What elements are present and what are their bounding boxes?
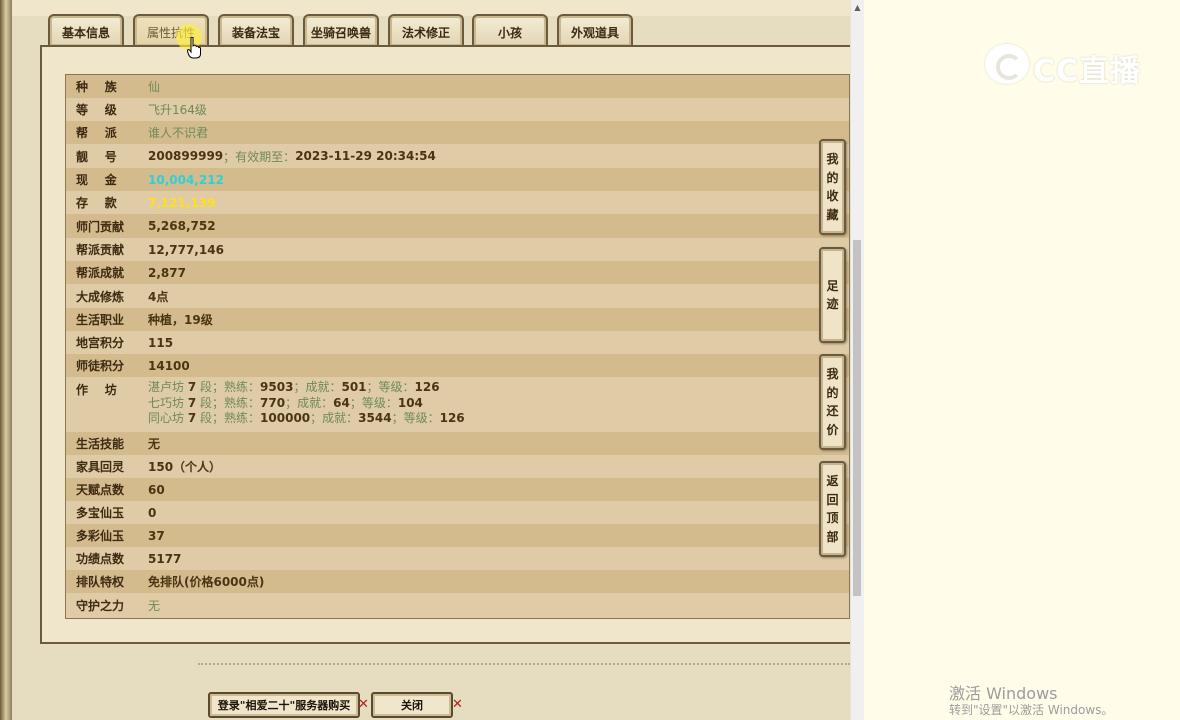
logo-icon <box>985 44 1029 84</box>
table-row: 多宝仙玉 0 <box>66 501 849 524</box>
duobao-jade-label: 多宝仙玉 <box>76 506 125 520</box>
login-buy-button[interactable]: 登录"相爱二十"服务器购买 <box>208 692 360 718</box>
mentor-points-label: 师徒积分 <box>76 359 125 373</box>
table-row: 地宫积分 115 <box>66 331 849 354</box>
faction-contribution-label: 帮派贡献 <box>76 243 125 257</box>
table-row: 帮派贡献 12,777,146 <box>66 238 849 261</box>
duobao-jade-value: 0 <box>148 505 157 520</box>
duocai-jade-value: 37 <box>148 528 165 543</box>
furniture-spirit-value: 150（个人） <box>148 460 222 474</box>
deposit-label: 存 款 <box>76 196 117 210</box>
queue-privilege-label: 排队特权 <box>76 575 125 589</box>
life-skill-value: 无 <box>148 437 161 451</box>
table-row: 帮派成就 2,877 <box>66 261 849 284</box>
my-favorites-button[interactable]: 我的收藏 <box>819 139 846 235</box>
account-expiry: 2023-11-29 20:34:54 <box>295 149 436 163</box>
queue-privilege-value: 免排队(价格6000点) <box>148 575 265 589</box>
table-row: 功绩点数 5177 <box>66 547 849 570</box>
table-row: 天赋点数 60 <box>66 478 849 501</box>
race-label: 种 族 <box>76 80 117 94</box>
deposit-value: 7,121,139 <box>148 195 216 210</box>
life-job-value: 种植，19级 <box>148 313 213 327</box>
guardian-power-label: 守护之力 <box>76 599 125 613</box>
dotted-divider <box>198 663 850 665</box>
window-left-frame <box>0 0 12 720</box>
faction-contribution-value: 12,777,146 <box>148 242 224 257</box>
talent-points-value: 60 <box>148 482 165 497</box>
table-row-workshop: 作 坊 湛卢坊 7 段；熟练：9503；成就：501；等级：126 七巧坊 7 … <box>66 377 849 432</box>
cash-value: 10,004,212 <box>148 172 224 187</box>
scroll-thumb[interactable] <box>853 240 861 596</box>
activate-windows-subtitle: 转到"设置"以激活 Windows。 <box>949 703 1114 717</box>
mentor-points-value: 14100 <box>148 358 190 373</box>
faction-label: 帮 派 <box>76 126 117 140</box>
palace-points-value: 115 <box>148 335 174 350</box>
cash-label: 现 金 <box>76 173 117 187</box>
sect-contribution-value: 5,268,752 <box>148 219 216 233</box>
close-button[interactable]: 关闭 <box>371 692 453 718</box>
tab-mounts-summons[interactable]: 坐骑召唤兽 <box>303 14 379 46</box>
faction-achievement-value: 2,877 <box>148 265 186 280</box>
scroll-up-arrow-icon[interactable]: ▲ <box>851 2 864 14</box>
duocai-jade-label: 多彩仙玉 <box>76 529 125 543</box>
table-row: 守护之力 无 <box>66 593 849 618</box>
tab-spell-correction[interactable]: 法术修正 <box>388 14 464 46</box>
stream-watermark: CC直播 <box>985 44 1145 89</box>
scrollbar[interactable]: ▲ <box>850 0 864 720</box>
table-row: 师徒积分 14100 <box>66 354 849 377</box>
tab-appearance-items[interactable]: 外观道具 <box>557 14 633 46</box>
guardian-power-value: 无 <box>148 599 161 613</box>
footprints-button[interactable]: 足迹 <box>819 247 846 343</box>
my-bids-button[interactable]: 我的还价 <box>819 354 846 450</box>
game-window: 基本信息 属性抗性 装备法宝 坐骑召唤兽 法术修正 小孩 外观道具 种 族 仙 … <box>0 0 850 720</box>
account-sep: ； <box>223 149 236 164</box>
table-row: 师门贡献 5,268,752 <box>66 214 849 238</box>
close-x-icon: ✕ <box>452 697 463 712</box>
level-label: 等 级 <box>76 103 117 117</box>
workshop-line: 湛卢坊 7 段；熟练：9503；成就：501；等级：126 <box>148 380 440 394</box>
table-row: 生活技能 无 <box>66 432 849 455</box>
info-table: 种 族 仙 等 级 飞升164级 帮 派 谁人不识君 靓 号 200899999… <box>65 74 850 619</box>
merit-points-label: 功绩点数 <box>76 552 125 566</box>
table-row: 排队特权 免排队(价格6000点) <box>66 570 849 593</box>
table-row: 多彩仙玉 37 <box>66 524 849 547</box>
account-label: 靓 号 <box>76 149 117 164</box>
table-row: 生活职业 种植，19级 <box>66 308 849 331</box>
table-row: 家具回灵 150（个人） <box>66 455 849 478</box>
close-x-icon: ✕ <box>358 697 369 712</box>
talent-points-label: 天赋点数 <box>76 483 125 497</box>
table-row: 存 款 7,121,139 <box>66 191 849 214</box>
tab-basic-info[interactable]: 基本信息 <box>48 14 124 46</box>
table-row: 现 金 10,004,212 <box>66 168 849 191</box>
workshop-list: 湛卢坊 7 段；熟练：9503；成就：501；等级：126 七巧坊 7 段；熟练… <box>148 380 465 427</box>
table-row: 大成修炼 4点 <box>66 284 849 308</box>
palace-points-label: 地宫积分 <box>76 336 125 350</box>
merit-points-value: 5177 <box>148 551 182 566</box>
faction-value: 谁人不识君 <box>148 126 209 140</box>
account-number: 200899999 <box>148 149 224 163</box>
workshop-line: 同心坊 7 段；熟练：100000；成就：3544；等级：126 <box>148 411 465 425</box>
race-value: 仙 <box>148 80 161 94</box>
tab-equipment[interactable]: 装备法宝 <box>218 14 294 46</box>
tab-children[interactable]: 小孩 <box>472 14 548 46</box>
table-row: 等 级 飞升164级 <box>66 98 849 121</box>
level-value: 飞升164级 <box>148 103 207 117</box>
table-row: 帮 派 谁人不识君 <box>66 121 849 144</box>
account-value: 200899999 ； 有效期至： 2023-11-29 20:34:54 <box>148 144 436 168</box>
sect-contribution-label: 师门贡献 <box>76 219 125 234</box>
faction-achievement-label: 帮派成就 <box>76 266 125 280</box>
workshop-label: 作 坊 <box>76 382 117 397</box>
grand-cultivation-value: 4点 <box>148 289 169 304</box>
furniture-spirit-label: 家具回灵 <box>76 460 125 474</box>
life-skill-label: 生活技能 <box>76 437 125 451</box>
workshop-line: 七巧坊 7 段；熟练：770；成就：64；等级：104 <box>148 395 423 410</box>
life-job-label: 生活职业 <box>76 313 125 327</box>
back-to-top-button[interactable]: 返回顶部 <box>819 461 846 557</box>
account-expiry-label: 有效期至： <box>235 149 296 164</box>
grand-cultivation-label: 大成修炼 <box>76 289 125 304</box>
table-row: 种 族 仙 <box>66 75 849 98</box>
logo-text: CC直播 <box>1033 54 1142 89</box>
cursor-hand-icon <box>187 37 201 59</box>
table-row: 靓 号 200899999 ； 有效期至： 2023-11-29 20:34:5… <box>66 144 849 168</box>
